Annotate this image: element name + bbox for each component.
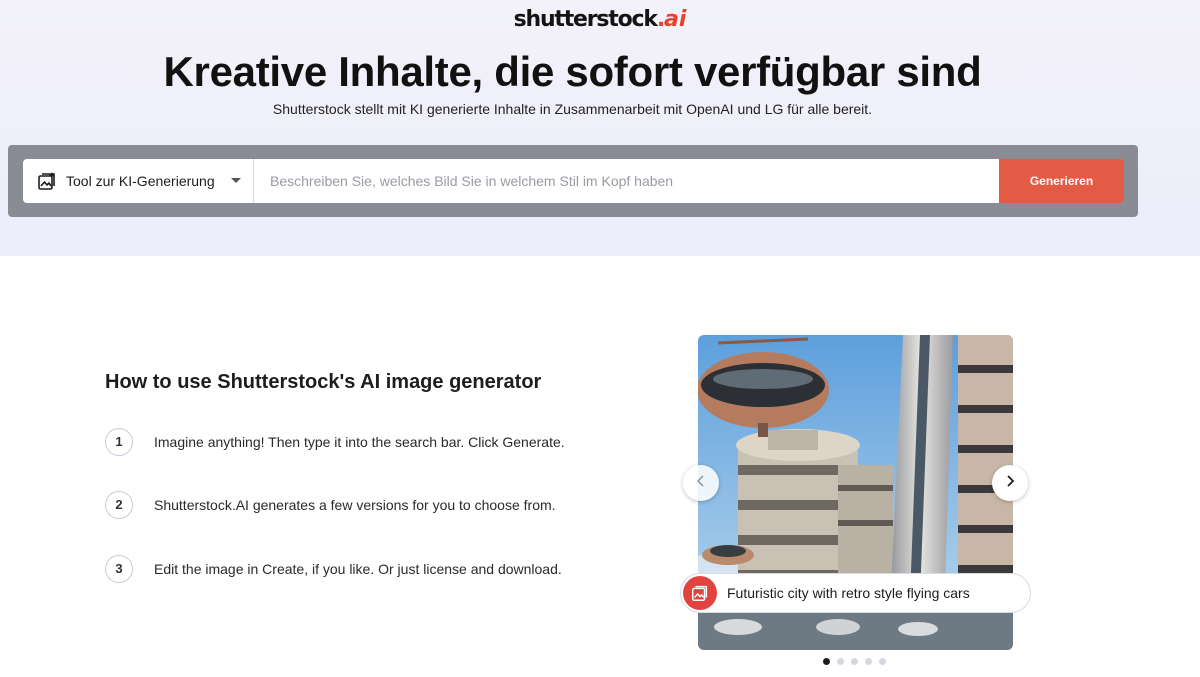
- step-text: Edit the image in Create, if you like. O…: [154, 561, 562, 577]
- tool-dropdown[interactable]: Tool zur KI-Generierung: [23, 159, 254, 203]
- search-bar: Tool zur KI-Generierung Generieren: [8, 145, 1138, 217]
- carousel-dot[interactable]: [879, 658, 886, 665]
- hero-section: shutterstock.ai Kreative Inhalte, die so…: [0, 0, 1200, 256]
- carousel-pagination: [823, 658, 886, 665]
- ai-image-generator-icon: [683, 576, 717, 610]
- chevron-left-icon: [695, 474, 707, 492]
- caret-down-icon: [231, 178, 241, 183]
- generate-button[interactable]: Generieren: [999, 159, 1124, 203]
- ai-image-generator-icon: [36, 170, 58, 192]
- step-number: 3: [105, 555, 133, 583]
- tool-dropdown-label: Tool zur KI-Generierung: [66, 173, 215, 189]
- carousel-dot[interactable]: [823, 658, 830, 665]
- carousel-dot[interactable]: [837, 658, 844, 665]
- howto-step: 2 Shutterstock.AI generates a few versio…: [105, 491, 625, 519]
- shutterstock-ai-logo[interactable]: shutterstock.ai: [0, 7, 1200, 32]
- howto-step: 3 Edit the image in Create, if you like.…: [105, 555, 625, 583]
- caption-text: Futuristic city with retro style flying …: [727, 585, 970, 601]
- carousel-next-button[interactable]: [992, 465, 1028, 501]
- hero-headline: Kreative Inhalte, die sofort verfügbar s…: [163, 48, 982, 95]
- step-number: 1: [105, 428, 133, 456]
- howto-title: How to use Shutterstock's AI image gener…: [105, 371, 542, 393]
- step-text: Imagine anything! Then type it into the …: [154, 434, 565, 450]
- step-text: Shutterstock.AI generates a few versions…: [154, 497, 556, 513]
- carousel-dot[interactable]: [865, 658, 872, 665]
- carousel-prev-button[interactable]: [683, 465, 719, 501]
- prompt-input[interactable]: [254, 159, 999, 203]
- hero-subline: Shutterstock stellt mit KI generierte In…: [272, 101, 873, 117]
- carousel-caption[interactable]: Futuristic city with retro style flying …: [680, 573, 1031, 613]
- carousel-dot[interactable]: [851, 658, 858, 665]
- howto-step: 1 Imagine anything! Then type it into th…: [105, 428, 625, 456]
- chevron-right-icon: [1004, 474, 1016, 492]
- step-number: 2: [105, 491, 133, 519]
